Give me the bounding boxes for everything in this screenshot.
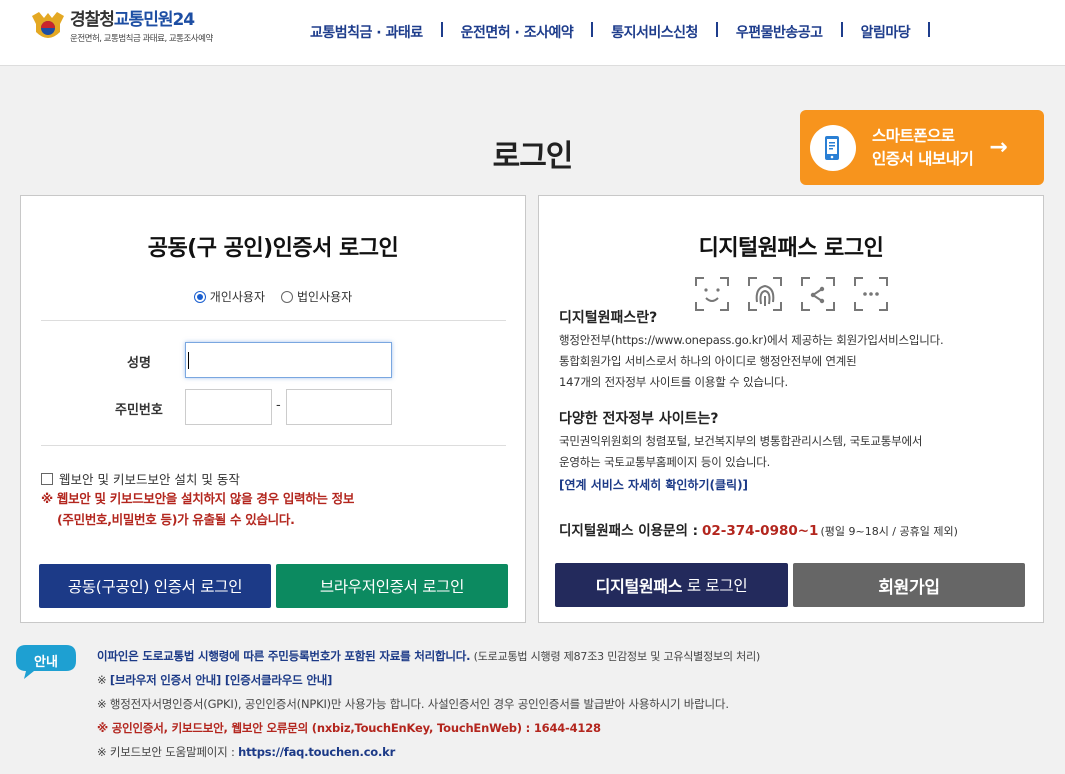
onepass-login-rest: 로 로그인 [682,577,748,595]
logo-subtitle: 운전면허, 교통범칙금 과태료, 교통조사예약 [70,34,213,44]
security-install-checkbox[interactable] [41,472,53,485]
pin-password-icon [854,277,888,311]
digital-onepass-panel: 디지털원패스 로그인 디지털원패스란? 행정안전부(https://www.on… [538,195,1044,623]
notice-line-keyboard-help: ※ 키보드보안 도움말페이지 : https://faq.touchen.co.… [97,744,395,760]
logo-title-police: 경찰청 [70,10,115,30]
nav-item-notification[interactable]: 통지서비스신청 [611,22,698,42]
browser-cert-guide-link[interactable]: [브라우저 인증서 안내] [110,673,221,687]
rrn-front-input[interactable] [185,389,272,425]
gov-sites-line2: 운영하는 국토교통부홈페이지 등이 있습니다. [559,455,771,469]
rrn-label: 주민번호 [115,403,163,418]
security-install-checkbox-row[interactable]: 웹보안 및 키보드보안 설치 및 동작 [41,469,240,488]
notice-line-guides: ※ [브라우저 인증서 안내] [인증서클라우드 안내] [97,672,332,688]
smart-button-line2: 인증서 내보내기 [872,149,974,168]
linked-services-link[interactable]: [연계 서비스 자세히 확인하기(클릭)] [559,476,748,493]
radio-unchecked-icon [281,290,293,303]
fingerprint-icon [748,277,782,311]
notice-line-privacy: 이파인은 도로교통법 시행령에 따른 주민등록번호가 포함된 자료를 처리합니다… [97,648,760,664]
radio-individual-label: 개인사용자 [209,290,265,304]
rrn-dash: - [276,398,281,413]
cert-login-button[interactable]: 공동(구공인) 인증서 로그인 [39,564,271,608]
cert-login-title: 공동(구 공인)인증서 로그인 [147,236,399,261]
security-warning-line1: ※ 웹보안 및 키보드보안을 설치하지 않을 경우 입력하는 정보 [41,491,355,506]
name-input[interactable] [185,342,392,378]
rrn-back-input[interactable] [286,389,392,425]
join-member-button[interactable]: 회원가입 [793,563,1025,607]
security-warning-line2: (주민번호,비밀번호 등)가 유출될 수 있습니다. [57,512,295,527]
onepass-login-button[interactable]: 디지털원패스 로 로그인 [555,563,788,607]
onepass-login-bold: 디지털원패스 [595,577,683,596]
onepass-inquiry: 디지털원패스 이용문의 : 02-374-0980~1 (평일 9~18시 / … [559,519,958,539]
nav-separator [928,22,931,37]
keyboard-help-prefix: ※ 키보드보안 도움말페이지 : [97,745,239,759]
notice-privacy-bold: 이파인은 도로교통법 시행령에 따른 주민등록번호가 포함된 자료를 처리합니다… [97,649,471,663]
nav-separator [840,22,843,37]
main-nav: 교통범칙금 · 과태료 운전면허 · 조사예약 통지서비스신청 우편물반송공고 … [310,22,948,42]
gov-sites-heading: 다양한 전자정부 사이트는? [559,411,719,427]
inquiry-label: 디지털원패스 이용문의 : [559,523,698,539]
notice-badge: 안내 [16,645,76,679]
text-caret [188,352,189,369]
nav-separator [591,22,594,37]
smart-button-line1: 스마트폰으로 [872,126,955,145]
onepass-desc-line2: 통합회원가입 서비스로서 하나의 아이디로 행정안전부에 연계된 [559,354,857,368]
radio-individual-user[interactable]: 개인사용자 [193,288,265,305]
arrow-right-icon: → [989,135,1008,160]
name-label: 성명 [127,356,151,371]
auth-method-icons [694,276,906,312]
radio-checked-icon [193,290,206,303]
security-install-label: 웹보안 및 키보드보안 설치 및 동작 [59,472,240,487]
nav-separator [715,22,718,37]
nav-item-returned-mail[interactable]: 우편물반송공고 [736,22,823,42]
smartphone-icon [810,124,856,171]
radio-corporate-label: 법인사용자 [297,290,353,304]
pattern-icon [801,277,835,311]
cert-login-panel: 공동(구 공인)인증서 로그인 개인사용자 법인사용자 성명 주민번호 - 웹보… [20,195,526,623]
police-emblem-icon [30,10,66,44]
nav-separator [440,22,443,37]
gov-sites-line1: 국민권익위원회의 청렴포털, 보건복지부의 병통합관리시스템, 국토교통부에서 [559,434,923,448]
onepass-what-heading: 디지털원패스란? [559,310,658,326]
browser-cert-login-button[interactable]: 브라우저인증서 로그인 [276,564,508,608]
notice-line-cert-types: ※ 행정전자서명인증서(GPKI), 공인인증서(NPKI)만 사용가능 합니다… [97,697,729,711]
user-type-radio-group: 개인사용자 법인사용자 [21,288,525,305]
divider [41,445,506,446]
notice-line-error-contact: ※ 공인인증서, 키보드보안, 웹보안 오류문의 (nxbiz,TouchEnK… [97,721,601,735]
inquiry-phone: 02-374-0980~1 [702,523,819,539]
nav-item-license[interactable]: 운전면허 · 조사예약 [461,22,574,42]
inquiry-hours: (평일 9~18시 / 공휴일 제외) [820,525,958,538]
site-logo[interactable]: 경찰청교통민원24 운전면허, 교통범칙금 과태료, 교통조사예약 [30,10,213,50]
onepass-login-title: 디지털원패스 로그인 [698,236,884,261]
keyboard-help-link[interactable]: https://faq.touchen.co.kr [238,745,395,759]
divider [41,320,506,321]
onepass-desc-line1: 행정안전부(https://www.onepass.go.kr)에서 제공하는 … [559,333,944,347]
logo-title-service: 교통민원24 [113,10,195,30]
export-cert-to-smartphone-button[interactable]: 스마트폰으로 인증서 내보내기 → [800,110,1044,185]
onepass-desc-line3: 147개의 전자정부 사이트를 이용할 수 있습니다. [559,375,788,389]
notice-guides-prefix: ※ [97,673,110,687]
cert-cloud-guide-link[interactable]: [인증서클라우드 안내] [221,673,333,687]
face-recognition-icon [695,277,729,311]
nav-item-notices[interactable]: 알림마당 [861,22,911,42]
radio-corporate-user[interactable]: 법인사용자 [281,288,352,305]
notice-privacy-rest: (도로교통법 시행령 제87조3 민감정보 및 고유식별정보의 처리) [470,650,761,663]
notice-badge-label: 안내 [34,655,58,670]
header: 경찰청교통민원24 운전면허, 교통범칙금 과태료, 교통조사예약 교통범칙금 … [0,0,1065,66]
nav-item-fines[interactable]: 교통범칙금 · 과태료 [310,22,423,42]
